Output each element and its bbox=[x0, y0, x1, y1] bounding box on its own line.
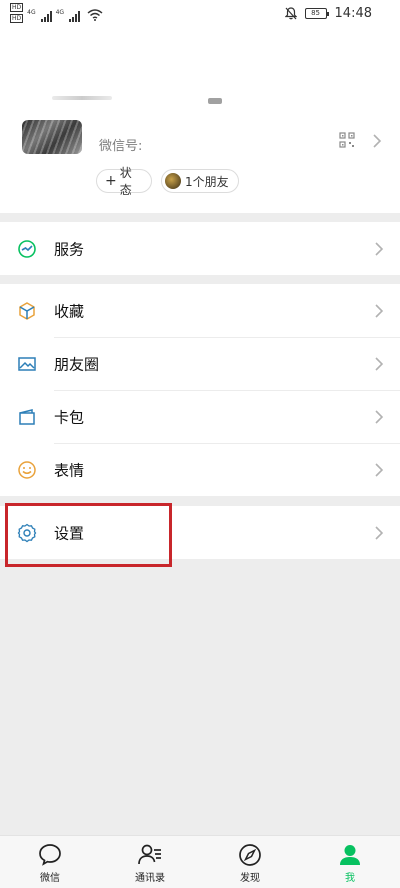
menu-item-service[interactable]: 服务 bbox=[0, 222, 400, 275]
nickname-redacted-mark bbox=[208, 98, 222, 104]
chevron-right-icon bbox=[375, 303, 384, 318]
chevron-right-icon bbox=[375, 356, 384, 371]
chevron-right-icon bbox=[375, 409, 384, 424]
tab-label: 通讯录 bbox=[135, 873, 165, 884]
friends-status-button[interactable]: 1个朋友 bbox=[161, 169, 239, 193]
menu-item-label: 服务 bbox=[54, 240, 85, 258]
main-menu-group: 收藏 朋友圈 卡包 表情 bbox=[0, 284, 400, 496]
wallet-icon bbox=[19, 408, 35, 425]
avatar[interactable] bbox=[22, 120, 82, 154]
menu-item-label: 收藏 bbox=[54, 302, 85, 320]
chevron-right-icon bbox=[375, 525, 384, 540]
menu-item-label: 表情 bbox=[54, 461, 85, 479]
chevron-right-icon bbox=[375, 241, 384, 256]
status-left: HD HD 4G 4G bbox=[10, 3, 103, 23]
contacts-icon bbox=[138, 844, 161, 865]
signal1-icon bbox=[40, 10, 52, 22]
profile-chevron-right-icon bbox=[373, 134, 382, 148]
sim1-badge: HD bbox=[10, 3, 24, 12]
wechat-id-label: 微信号: bbox=[99, 139, 143, 154]
bottom-tab-bar: 微信 通讯录 发现 我 bbox=[0, 835, 400, 888]
mute-bell-icon bbox=[284, 7, 297, 20]
network2-label: 4G bbox=[55, 8, 65, 16]
compass-icon bbox=[239, 844, 261, 866]
tab-discover[interactable]: 发现 bbox=[200, 836, 300, 888]
battery-icon: 85 bbox=[304, 8, 329, 19]
plus-icon: + bbox=[105, 173, 117, 189]
tab-chats[interactable]: 微信 bbox=[0, 836, 100, 888]
menu-item-stickers[interactable]: 表情 bbox=[0, 443, 400, 496]
qr-code-icon[interactable] bbox=[339, 132, 355, 148]
menu-item-favorites[interactable]: 收藏 bbox=[0, 284, 400, 337]
status-bar: HD HD 4G 4G 85 14:48 bbox=[0, 0, 400, 28]
smile-icon bbox=[18, 460, 36, 479]
menu-item-label: 卡包 bbox=[54, 408, 85, 426]
tab-contacts[interactable]: 通讯录 bbox=[100, 836, 200, 888]
sim2-badge: HD bbox=[10, 14, 24, 23]
person-icon bbox=[340, 845, 360, 865]
signal2-icon bbox=[69, 10, 81, 22]
tab-label: 我 bbox=[345, 873, 355, 884]
services-group: 服务 bbox=[0, 222, 400, 275]
sim-indicators: HD HD bbox=[10, 3, 24, 23]
nickname-redacted bbox=[52, 96, 112, 100]
cube-icon bbox=[19, 301, 35, 320]
clock: 14:48 bbox=[334, 6, 372, 21]
network1-label: 4G bbox=[27, 8, 36, 16]
profile-header[interactable]: 微信号: + 状态 1个朋友 bbox=[0, 28, 400, 213]
tab-label: 微信 bbox=[40, 873, 60, 884]
menu-item-moments[interactable]: 朋友圈 bbox=[0, 337, 400, 390]
status-button-label: 状态 bbox=[119, 166, 132, 197]
service-icon bbox=[18, 239, 36, 258]
add-status-button[interactable]: + 状态 bbox=[96, 166, 152, 197]
highlight-box bbox=[5, 503, 172, 567]
menu-item-cards[interactable]: 卡包 bbox=[0, 390, 400, 443]
image-icon bbox=[18, 356, 36, 371]
friends-button-label: 1个朋友 bbox=[185, 174, 229, 189]
tab-me[interactable]: 我 bbox=[300, 836, 400, 888]
chevron-right-icon bbox=[375, 462, 384, 477]
friend-avatar bbox=[165, 173, 181, 189]
menu-item-label: 朋友圈 bbox=[54, 355, 100, 373]
wifi-icon bbox=[87, 9, 103, 21]
tab-label: 发现 bbox=[240, 873, 260, 884]
status-right: 85 14:48 bbox=[284, 6, 372, 21]
chat-icon bbox=[39, 844, 61, 866]
